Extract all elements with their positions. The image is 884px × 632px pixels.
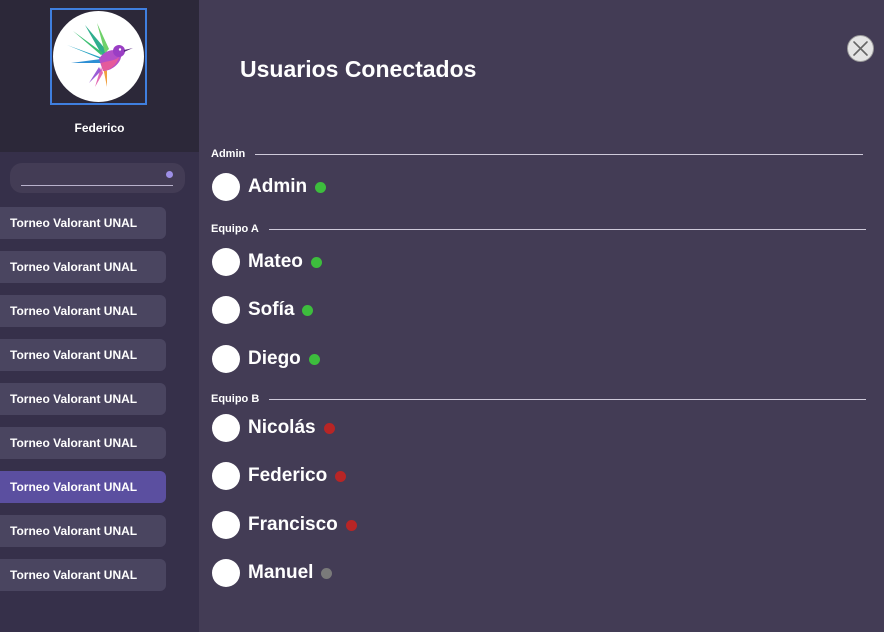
user-avatar <box>212 559 240 587</box>
status-dot <box>321 567 333 579</box>
search-box <box>10 163 185 193</box>
group-divider <box>269 398 867 400</box>
user-item[interactable]: Manuel <box>212 559 333 587</box>
group-header-equipo-b: Equipo B <box>211 392 867 406</box>
avatar-circle <box>53 11 144 102</box>
user-name: Francisco <box>248 514 338 535</box>
group-label: Equipo A <box>211 223 259 235</box>
user-avatar <box>212 296 240 324</box>
profile-panel: Federico <box>0 0 199 152</box>
status-dot <box>315 181 327 193</box>
channel-item[interactable]: Torneo Valorant UNAL <box>0 471 166 503</box>
user-avatar <box>212 511 240 539</box>
user-name: Manuel <box>248 562 314 583</box>
profile-name: Federico <box>74 121 125 135</box>
channel-item[interactable]: Torneo Valorant UNAL <box>0 251 166 283</box>
user-name: Federico <box>248 465 328 486</box>
search-indicator-dot <box>166 171 173 178</box>
user-avatar <box>212 345 240 373</box>
user-avatar <box>212 462 240 490</box>
user-name: Diego <box>248 348 301 369</box>
group-header-equipo-a: Equipo A <box>211 222 866 236</box>
status-dot <box>310 256 322 268</box>
group-divider <box>255 153 864 155</box>
close-button[interactable] <box>847 35 874 62</box>
page-title: Usuarios Conectados <box>240 56 477 82</box>
channel-item[interactable]: Torneo Valorant UNAL <box>0 207 166 239</box>
channel-item[interactable]: Torneo Valorant UNAL <box>0 295 166 327</box>
group-header-admin: Admin <box>211 147 864 161</box>
user-avatar <box>212 173 240 201</box>
status-dot <box>323 422 335 434</box>
status-dot <box>335 470 347 482</box>
user-item[interactable]: Mateo <box>212 248 322 276</box>
user-item[interactable]: Sofía <box>212 296 314 324</box>
user-item[interactable]: Francisco <box>212 511 357 539</box>
channel-item[interactable]: Torneo Valorant UNAL <box>0 559 166 591</box>
user-name: Admin <box>248 176 308 197</box>
status-dot <box>345 519 357 531</box>
user-name: Nicolás <box>248 417 316 438</box>
status-dot <box>302 304 314 316</box>
channel-item[interactable]: Torneo Valorant UNAL <box>0 339 166 371</box>
channel-item[interactable]: Torneo Valorant UNAL <box>0 383 166 415</box>
user-item[interactable]: Admin <box>212 173 327 201</box>
user-name: Mateo <box>248 251 303 272</box>
user-item[interactable]: Nicolás <box>212 414 335 442</box>
status-dot <box>308 353 320 365</box>
sidebar: Federico Torneo Valorant UNAL Torneo Valo… <box>0 0 199 632</box>
hummingbird-logo <box>66 22 133 87</box>
channel-item[interactable]: Torneo Valorant UNAL <box>0 515 166 547</box>
close-icon <box>853 41 868 56</box>
user-avatar <box>212 248 240 276</box>
group-label: Equipo B <box>211 393 260 405</box>
user-item[interactable]: Diego <box>212 345 320 373</box>
search-input[interactable] <box>21 168 173 186</box>
channel-list: Torneo Valorant UNAL Torneo Valorant UNAL… <box>0 207 199 603</box>
user-name: Sofía <box>248 299 295 320</box>
avatar[interactable] <box>50 8 147 105</box>
user-item[interactable]: Federico <box>212 462 347 490</box>
user-avatar <box>212 414 240 442</box>
group-label: Admin <box>211 148 246 160</box>
channel-item[interactable]: Torneo Valorant UNAL <box>0 427 166 459</box>
group-divider <box>268 228 866 230</box>
